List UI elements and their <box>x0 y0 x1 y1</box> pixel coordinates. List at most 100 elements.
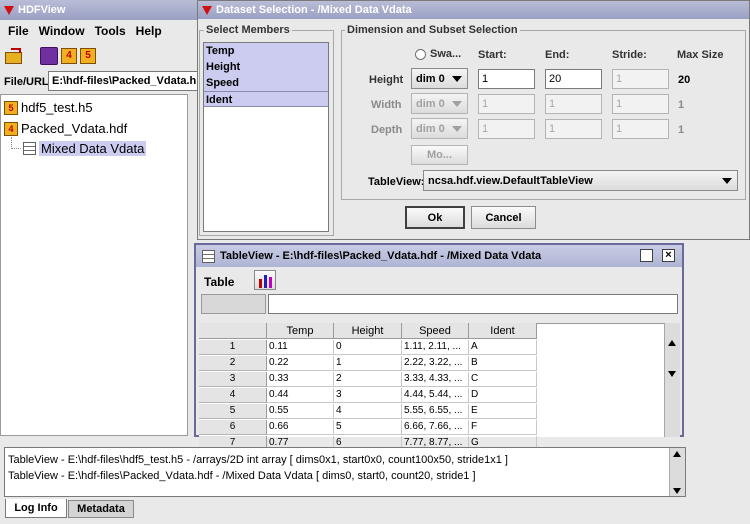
member-item-height[interactable]: Height <box>204 59 328 75</box>
chart-icon[interactable] <box>254 270 276 290</box>
tab-log-info[interactable]: Log Info <box>5 499 67 518</box>
depth-end-input[interactable]: 1 <box>545 119 602 139</box>
chevron-down-icon <box>452 100 462 107</box>
column-header[interactable]: Height <box>334 323 402 339</box>
table-corner-header <box>199 323 267 339</box>
table-icon <box>23 142 36 155</box>
table-cell[interactable]: 1.11, 2.11, ... <box>402 340 469 355</box>
height-dim-value: dim 0 <box>416 72 445 85</box>
table-icon <box>202 249 215 263</box>
table-cell[interactable]: D <box>469 388 537 403</box>
width-stride-input[interactable]: 1 <box>612 94 669 114</box>
tree-node-mixed-data-vdata[interactable]: Mixed Data Vdata <box>23 141 147 156</box>
depth-dim-select[interactable]: dim 0 <box>411 118 468 139</box>
column-header[interactable]: Temp <box>267 323 334 339</box>
new-h5-icon[interactable]: 5 <box>80 48 96 64</box>
tableview-select[interactable]: ncsa.hdf.view.DefaultTableView <box>423 170 738 191</box>
table-cell[interactable]: 6.66, 7.66, ... <box>402 420 469 435</box>
more-button[interactable]: Mo... <box>411 145 468 165</box>
tree-node-packed-vdata[interactable]: 4 Packed_Vdata.hdf <box>4 121 127 136</box>
table-cell[interactable]: F <box>469 420 537 435</box>
table-cell[interactable]: 1 <box>334 356 402 371</box>
member-item-ident[interactable]: Ident <box>204 91 328 107</box>
row-header[interactable]: 3 <box>199 372 267 387</box>
new-h4-icon[interactable]: 4 <box>61 48 77 64</box>
file-url-input[interactable]: E:\hdf-files\Packed_Vdata.h <box>48 71 198 91</box>
tree-node-hdf5-test[interactable]: 5 hdf5_test.h5 <box>4 100 93 115</box>
table-cell[interactable]: 5 <box>334 420 402 435</box>
row-header[interactable]: 5 <box>199 404 267 419</box>
width-dim-select[interactable]: dim 0 <box>411 93 468 114</box>
depth-start-input[interactable]: 1 <box>478 119 535 139</box>
scroll-down-arrow-icon[interactable] <box>673 488 681 494</box>
dialog-logo-icon <box>202 5 212 15</box>
row-header[interactable]: 6 <box>199 420 267 435</box>
end-col-label: End: <box>545 49 570 61</box>
column-header[interactable]: Speed <box>402 323 469 339</box>
menu-window[interactable]: Window <box>39 24 85 38</box>
table-cell[interactable]: 0.33 <box>267 372 334 387</box>
table-cell[interactable]: E <box>469 404 537 419</box>
dialog-title-bar[interactable]: Dataset Selection - /Mixed Data Vdata <box>198 1 749 19</box>
h4-file-icon: 4 <box>4 121 18 136</box>
file-url-label: File/URL <box>4 76 49 88</box>
tableview-title-bar[interactable]: TableView - E:\hdf-files\Packed_Vdata.hd… <box>196 245 682 267</box>
height-dim-select[interactable]: dim 0 <box>411 68 468 89</box>
scroll-up-arrow-icon[interactable] <box>673 451 681 457</box>
table-cell[interactable]: 5.55, 6.55, ... <box>402 404 469 419</box>
table-cell[interactable]: 0 <box>334 340 402 355</box>
height-start-input[interactable]: 1 <box>478 69 535 89</box>
table-cell[interactable]: 4.44, 5.44, ... <box>402 388 469 403</box>
open-folder-icon[interactable] <box>4 47 24 65</box>
row-header[interactable]: 2 <box>199 356 267 371</box>
swap-radio[interactable]: Swa... <box>415 48 461 60</box>
dialog-title: Dataset Selection - /Mixed Data Vdata <box>216 4 412 16</box>
table-menu[interactable]: Table <box>204 275 234 289</box>
table-cell[interactable]: 3.33, 4.33, ... <box>402 372 469 387</box>
height-max-size: 20 <box>678 74 691 86</box>
menu-tools[interactable]: Tools <box>95 24 126 38</box>
main-title-bar[interactable]: HDFView <box>0 0 200 20</box>
height-stride-input[interactable]: 1 <box>612 69 669 89</box>
menu-help[interactable]: Help <box>136 24 162 38</box>
close-icon[interactable]: × <box>662 249 675 262</box>
table-cell[interactable]: 0.22 <box>267 356 334 371</box>
table-cell[interactable]: 4 <box>334 404 402 419</box>
depth-row-label: Depth <box>371 124 403 136</box>
ok-button[interactable]: Ok <box>405 206 465 229</box>
table-cell[interactable]: C <box>469 372 537 387</box>
table-cell[interactable]: 2.22, 3.22, ... <box>402 356 469 371</box>
table-cell[interactable]: 0.66 <box>267 420 334 435</box>
tableview-title: TableView - E:\hdf-files\Packed_Vdata.hd… <box>220 250 542 262</box>
table-cell[interactable]: B <box>469 356 537 371</box>
cancel-button[interactable]: Cancel <box>471 206 536 229</box>
maximize-icon[interactable] <box>640 249 653 262</box>
select-members-label: Select Members <box>204 24 292 36</box>
chevron-down-icon <box>452 125 462 132</box>
scroll-down-arrow-icon[interactable] <box>668 371 676 377</box>
table-cell[interactable]: 0.44 <box>267 388 334 403</box>
height-end-input[interactable]: 20 <box>545 69 602 89</box>
tab-metadata[interactable]: Metadata <box>68 500 134 518</box>
menu-file[interactable]: File <box>8 24 29 38</box>
table-cell[interactable]: 0.11 <box>267 340 334 355</box>
scroll-up-arrow-icon[interactable] <box>668 340 676 346</box>
depth-stride-input[interactable]: 1 <box>612 119 669 139</box>
table-cell[interactable]: A <box>469 340 537 355</box>
row-header[interactable]: 4 <box>199 388 267 403</box>
member-item-temp[interactable]: Temp <box>204 43 328 59</box>
swap-label: Swa... <box>430 48 462 60</box>
column-header[interactable]: Ident <box>469 323 537 339</box>
row-header[interactable]: 1 <box>199 340 267 355</box>
table-cell[interactable]: 3 <box>334 388 402 403</box>
member-item-speed[interactable]: Speed <box>204 75 328 91</box>
width-end-input[interactable]: 1 <box>545 94 602 114</box>
book-icon[interactable] <box>40 47 58 65</box>
table-cell[interactable]: 0.55 <box>267 404 334 419</box>
dimension-subset-label: Dimension and Subset Selection <box>345 24 520 36</box>
cell-value-input[interactable] <box>268 294 678 314</box>
cell-address-box <box>201 294 266 314</box>
width-start-input[interactable]: 1 <box>478 94 535 114</box>
height-row-label: Height <box>369 74 404 86</box>
table-cell[interactable]: 2 <box>334 372 402 387</box>
